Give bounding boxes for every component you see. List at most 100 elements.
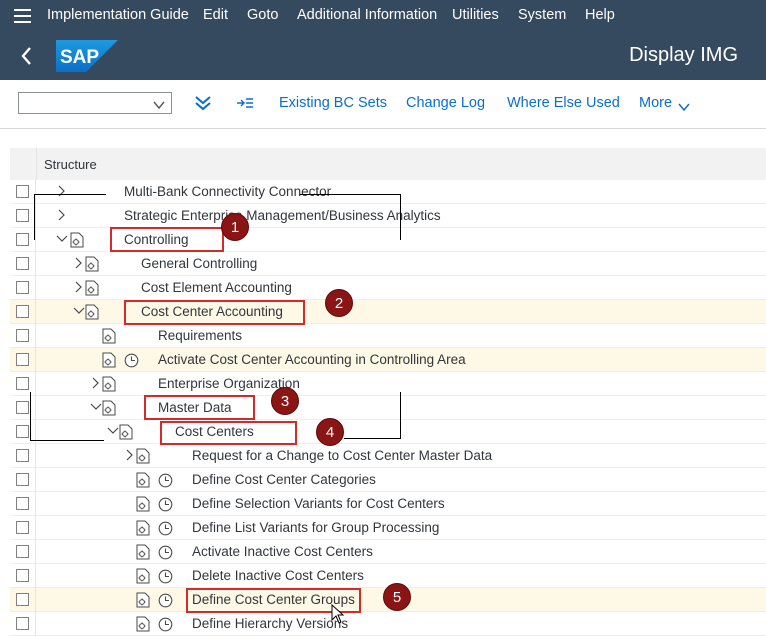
row-checkbox[interactable] — [16, 569, 29, 582]
tree-row-label[interactable]: Define Hierarchy Versions — [192, 616, 348, 631]
collapse-chevron-icon[interactable] — [73, 303, 85, 319]
tree-row[interactable]: Cost Element Accounting — [10, 276, 766, 300]
expand-chevron-icon[interactable] — [90, 375, 102, 391]
execute-clock-icon[interactable] — [158, 593, 173, 608]
img-node-icon[interactable] — [119, 424, 133, 440]
expand-all-icon[interactable] — [194, 94, 212, 117]
row-checkbox[interactable] — [16, 497, 29, 510]
tree-row[interactable]: Define Selection Variants for Cost Cente… — [10, 492, 766, 516]
existing-bc-sets-button[interactable]: Existing BC Sets — [279, 95, 387, 111]
expand-chevron-icon[interactable] — [124, 447, 136, 463]
collapse-chevron-icon[interactable] — [107, 423, 119, 439]
img-node-icon[interactable] — [102, 400, 116, 416]
img-node-icon[interactable] — [70, 232, 84, 248]
menu-additional-information[interactable]: Additional Information — [297, 7, 437, 23]
tree-row[interactable]: Multi-Bank Connectivity Connector — [10, 180, 766, 204]
menu-implementation-guide[interactable]: Implementation Guide — [47, 7, 189, 23]
img-node-icon[interactable] — [102, 328, 116, 344]
tree-row-label[interactable]: Delete Inactive Cost Centers — [192, 568, 364, 583]
tree-row-label[interactable]: Define Cost Center Categories — [192, 472, 376, 487]
where-else-used-button[interactable]: Where Else Used — [507, 95, 620, 111]
menu-utilities[interactable]: Utilities — [452, 7, 499, 23]
img-node-icon[interactable] — [85, 304, 99, 320]
tree-row-label[interactable]: Define Selection Variants for Cost Cente… — [192, 496, 445, 511]
img-node-icon[interactable] — [136, 496, 150, 512]
tree-row[interactable]: Activate Inactive Cost Centers — [10, 540, 766, 564]
img-node-icon[interactable] — [136, 520, 150, 536]
tree-row-label[interactable]: General Controlling — [141, 256, 257, 271]
tree-row[interactable]: Define Hierarchy Versions — [10, 612, 766, 636]
menu-edit[interactable]: Edit — [203, 7, 228, 23]
row-selector[interactable] — [10, 468, 36, 492]
row-checkbox[interactable] — [16, 617, 29, 630]
row-selector[interactable] — [10, 492, 36, 516]
row-selector[interactable] — [10, 612, 36, 636]
row-selector[interactable] — [10, 276, 36, 300]
row-checkbox[interactable] — [16, 473, 29, 486]
img-node-icon[interactable] — [85, 280, 99, 296]
img-node-icon[interactable] — [136, 592, 150, 608]
row-checkbox[interactable] — [16, 209, 29, 222]
row-selector[interactable] — [10, 516, 36, 540]
row-selector[interactable] — [10, 324, 36, 348]
subtree-icon[interactable] — [236, 96, 254, 115]
row-selector[interactable] — [10, 348, 36, 372]
row-selector[interactable] — [10, 252, 36, 276]
sap-logo[interactable]: SAP — [56, 40, 118, 72]
tree-row-label[interactable]: Strategic Enterprise Management/Business… — [124, 208, 441, 223]
row-checkbox[interactable] — [16, 545, 29, 558]
execute-clock-icon[interactable] — [158, 617, 173, 632]
expand-chevron-icon[interactable] — [73, 279, 85, 295]
select-all-column[interactable] — [10, 148, 37, 180]
row-checkbox[interactable] — [16, 281, 29, 294]
row-checkbox[interactable] — [16, 233, 29, 246]
img-node-icon[interactable] — [136, 544, 150, 560]
collapse-chevron-icon[interactable] — [56, 231, 68, 247]
img-node-icon[interactable] — [136, 448, 150, 464]
row-selector[interactable] — [10, 540, 36, 564]
variant-combobox[interactable] — [18, 92, 172, 114]
row-selector[interactable] — [10, 588, 36, 612]
tree-row[interactable]: Request for a Change to Cost Center Mast… — [10, 444, 766, 468]
tree-row-label[interactable]: Multi-Bank Connectivity Connector — [124, 184, 331, 199]
tree-row[interactable]: Delete Inactive Cost Centers — [10, 564, 766, 588]
tree-row-label[interactable]: Define List Variants for Group Processin… — [192, 520, 439, 535]
img-node-icon[interactable] — [102, 376, 116, 392]
row-checkbox[interactable] — [16, 521, 29, 534]
row-selector[interactable] — [10, 372, 36, 396]
change-log-button[interactable]: Change Log — [406, 95, 485, 111]
chevron-down-icon[interactable] — [153, 97, 165, 115]
img-node-icon[interactable] — [136, 472, 150, 488]
tree-row[interactable]: Master Data — [10, 396, 766, 420]
menu-goto[interactable]: Goto — [247, 7, 278, 23]
row-checkbox[interactable] — [16, 185, 29, 198]
img-node-icon[interactable] — [85, 256, 99, 272]
img-node-icon[interactable] — [136, 568, 150, 584]
tree-row[interactable]: Requirements — [10, 324, 766, 348]
row-checkbox[interactable] — [16, 401, 29, 414]
execute-clock-icon[interactable] — [158, 545, 173, 560]
row-checkbox[interactable] — [16, 305, 29, 318]
menu-icon[interactable] — [14, 9, 31, 23]
row-checkbox[interactable] — [16, 257, 29, 270]
execute-clock-icon[interactable] — [158, 521, 173, 536]
row-checkbox[interactable] — [16, 353, 29, 366]
tree-row-label[interactable]: Activate Inactive Cost Centers — [192, 544, 373, 559]
tree-row[interactable]: Define List Variants for Group Processin… — [10, 516, 766, 540]
row-checkbox[interactable] — [16, 449, 29, 462]
row-selector[interactable] — [10, 180, 36, 204]
tree-row[interactable]: Cost Centers — [10, 420, 766, 444]
tree-row[interactable]: Enterprise Organization — [10, 372, 766, 396]
img-node-icon[interactable] — [136, 616, 150, 632]
tree-row[interactable]: Define Cost Center Categories — [10, 468, 766, 492]
execute-clock-icon[interactable] — [124, 353, 139, 368]
row-selector[interactable] — [10, 564, 36, 588]
expand-chevron-icon[interactable] — [56, 207, 68, 223]
img-node-icon[interactable] — [102, 352, 116, 368]
tree-row-label[interactable]: Activate Cost Center Accounting in Contr… — [158, 352, 466, 367]
row-selector[interactable] — [10, 396, 36, 420]
row-checkbox[interactable] — [16, 377, 29, 390]
expand-chevron-icon[interactable] — [73, 255, 85, 271]
row-selector[interactable] — [10, 444, 36, 468]
tree-row-label[interactable]: Requirements — [158, 328, 242, 343]
